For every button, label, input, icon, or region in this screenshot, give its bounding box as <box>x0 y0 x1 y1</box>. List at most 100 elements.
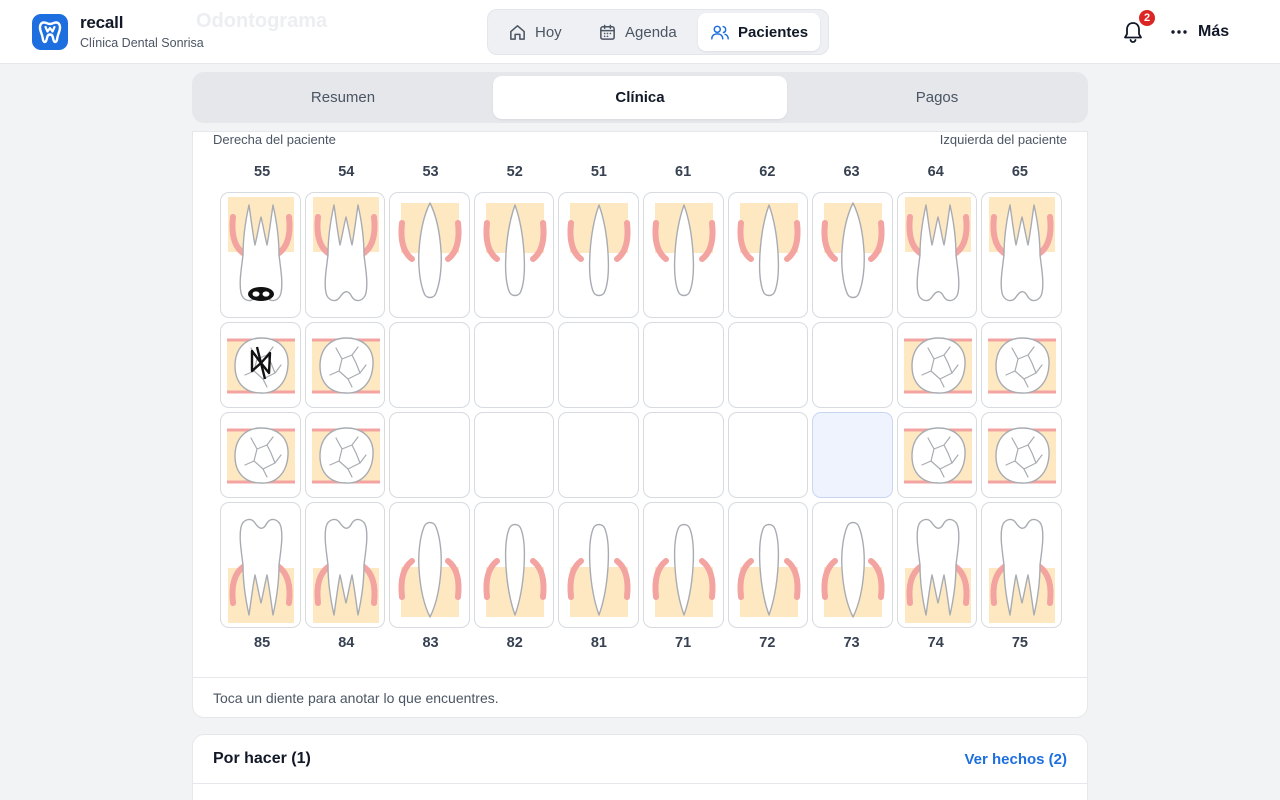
tooth-83-side-icon <box>398 521 462 618</box>
nav-label-pacientes: Pacientes <box>738 23 809 41</box>
upper-tooth-number: 63 <box>843 164 860 180</box>
tab-pagos[interactable]: Pagos <box>790 76 1084 119</box>
tooth-65-side-cell[interactable] <box>981 192 1062 318</box>
lower-tooth-number: 72 <box>759 635 776 651</box>
tooth-82-side-cell[interactable] <box>473 502 555 628</box>
lower-side-view-row <box>220 502 1062 628</box>
upper-tooth-number: 52 <box>506 164 523 180</box>
clinic-name: Clínica Dental Sonrisa <box>80 36 204 50</box>
lower-tooth-number: 75 <box>1011 635 1028 651</box>
tooth-65-side-icon <box>989 197 1056 302</box>
notification-badge: 2 <box>1137 8 1157 28</box>
nav-item-pacientes[interactable]: Pacientes <box>698 13 821 51</box>
upper-tooth-number: 65 <box>1011 164 1028 180</box>
tooth-72-occlusal-cell[interactable] <box>727 412 809 498</box>
odontogram-footer: Toca un diente para anotar lo que encuen… <box>193 677 1087 718</box>
tooth-55-side-cell[interactable] <box>220 192 301 318</box>
users-icon <box>711 25 729 40</box>
tooth-81-occlusal-cell[interactable] <box>558 412 639 498</box>
tooth-64-side-cell[interactable] <box>896 192 978 318</box>
nav-item-agenda[interactable]: Agenda <box>586 13 689 51</box>
tooth-83-occlusal-cell[interactable] <box>389 412 470 498</box>
tooth-85-occlusal-cell[interactable] <box>220 412 301 498</box>
tooth-61-occlusal-cell[interactable] <box>642 322 724 408</box>
tooth-71-side-cell[interactable] <box>642 502 724 628</box>
calendar-icon <box>600 24 615 40</box>
tooth-logo-icon[interactable] <box>32 14 68 50</box>
tooth-71-occlusal-cell[interactable] <box>642 412 724 498</box>
tab-clinica[interactable]: Clínica <box>493 76 787 119</box>
upper-tooth-numbers: 55 54 53 52 51 61 62 63 64 65 <box>220 164 1062 180</box>
tab-resumen[interactable]: Resumen <box>196 76 490 119</box>
tooth-62-side-icon <box>737 203 801 297</box>
lower-tooth-number: 83 <box>422 635 439 651</box>
upper-tooth-number: 62 <box>759 164 776 180</box>
nav-label-hoy: Hoy <box>535 23 562 41</box>
more-label: Más <box>1198 23 1230 40</box>
tooth-75-side-icon <box>989 518 1056 623</box>
tooth-71-side-icon <box>652 523 716 617</box>
tooth-64-occlusal-cell[interactable] <box>896 322 978 408</box>
tooth-52-side-cell[interactable] <box>473 192 555 318</box>
tooth-73-side-icon <box>821 521 885 618</box>
upper-tooth-number: 64 <box>927 164 944 180</box>
tooth-84-occlusal-cell[interactable] <box>304 412 386 498</box>
tooth-54-occlusal-cell[interactable] <box>304 322 386 408</box>
tooth-52-occlusal-cell[interactable] <box>473 322 555 408</box>
tooth-64-side-icon <box>904 197 971 302</box>
view-done-link[interactable]: Ver hechos (2) <box>964 751 1067 768</box>
lower-tooth-numbers: 85 84 83 82 81 71 72 73 74 75 <box>220 635 1062 651</box>
tooth-64-occlusal-icon <box>903 337 972 394</box>
tooth-62-occlusal-cell[interactable] <box>727 322 809 408</box>
nav-label-agenda: Agenda <box>625 23 677 41</box>
tooth-85-occlusal-icon <box>227 427 295 484</box>
tooth-65-occlusal-cell[interactable] <box>981 322 1062 408</box>
tooth-63-occlusal-cell[interactable] <box>812 322 893 408</box>
tooth-85-side-cell[interactable] <box>220 502 301 628</box>
tooth-72-side-cell[interactable] <box>727 502 809 628</box>
lower-tooth-number: 84 <box>338 635 355 651</box>
tooth-84-occlusal-icon <box>311 427 380 484</box>
tooth-84-side-cell[interactable] <box>304 502 386 628</box>
upper-tooth-number: 54 <box>338 164 355 180</box>
upper-tooth-number: 53 <box>422 164 439 180</box>
tooth-54-side-cell[interactable] <box>304 192 386 318</box>
upper-tooth-number: 61 <box>675 164 692 180</box>
lower-tooth-number: 73 <box>843 635 860 651</box>
tooth-54-occlusal-icon <box>311 337 380 394</box>
tooth-74-side-cell[interactable] <box>896 502 978 628</box>
more-menu-button[interactable]: Más <box>1170 18 1229 46</box>
tooth-73-occlusal-cell[interactable] <box>812 412 893 498</box>
upper-occlusal-row <box>220 322 1062 408</box>
main-nav: Hoy Agenda Pacientes <box>487 9 829 55</box>
tooth-75-side-cell[interactable] <box>981 502 1062 628</box>
lower-tooth-number: 85 <box>254 635 271 651</box>
tooth-55-side-icon <box>228 197 294 302</box>
patient-tabs: Resumen Clínica Pagos <box>192 72 1088 123</box>
tooth-73-side-cell[interactable] <box>812 502 893 628</box>
patient-left-label: Izquierda del paciente <box>939 132 1067 147</box>
tooth-63-side-cell[interactable] <box>812 192 893 318</box>
tooth-81-side-cell[interactable] <box>558 502 639 628</box>
lower-tooth-number: 74 <box>927 635 944 651</box>
tooth-63-side-icon <box>821 202 885 299</box>
tooth-74-occlusal-cell[interactable] <box>896 412 978 498</box>
tooth-51-occlusal-cell[interactable] <box>558 322 639 408</box>
tooth-72-side-icon <box>737 523 801 617</box>
tooth-62-side-cell[interactable] <box>727 192 809 318</box>
tooth-83-side-cell[interactable] <box>389 502 470 628</box>
tooth-51-side-cell[interactable] <box>558 192 639 318</box>
more-dots-icon <box>1171 30 1187 34</box>
tooth-54-side-icon <box>312 197 379 302</box>
tooth-82-occlusal-cell[interactable] <box>473 412 555 498</box>
tooth-55-occlusal-cell[interactable] <box>220 322 301 408</box>
tooth-53-side-cell[interactable] <box>389 192 470 318</box>
tooth-85-side-icon <box>228 518 294 623</box>
tooth-61-side-cell[interactable] <box>642 192 724 318</box>
odontogram-card: Derecha del paciente Izquierda del pacie… <box>192 131 1088 718</box>
tooth-74-side-icon <box>904 518 971 623</box>
nav-item-hoy[interactable]: Hoy <box>496 13 574 51</box>
tooth-75-occlusal-cell[interactable] <box>981 412 1062 498</box>
tooth-84-side-icon <box>312 518 379 623</box>
tooth-53-occlusal-cell[interactable] <box>389 322 470 408</box>
